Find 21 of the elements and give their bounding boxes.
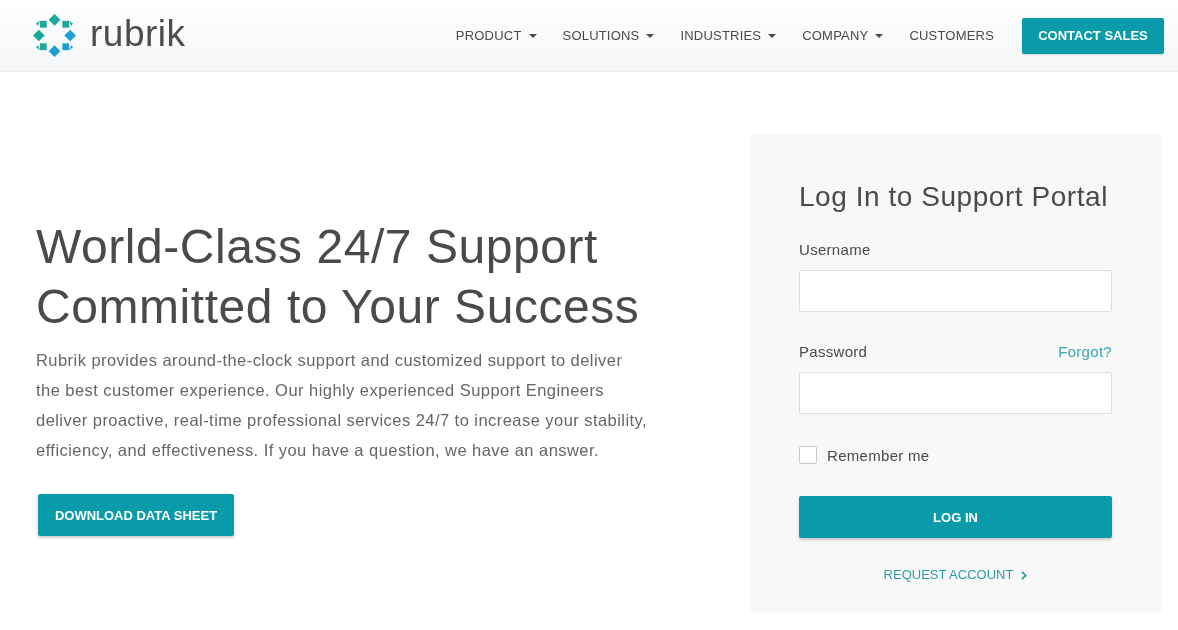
brand-name[interactable]: rubrik xyxy=(90,11,186,56)
nav-link[interactable]: SOLUTIONS xyxy=(562,28,655,43)
checkbox[interactable] xyxy=(799,446,817,464)
field-label: Password xyxy=(799,342,868,360)
nav-link[interactable]: PRODUCT xyxy=(455,28,537,43)
caret-icon xyxy=(646,33,655,38)
nav-link[interactable]: CUSTOMERS xyxy=(909,28,994,43)
caret-icon xyxy=(875,33,884,38)
nav-link[interactable]: INDUSTRIES xyxy=(680,28,777,43)
nav-link[interactable]: COMPANY xyxy=(802,28,884,43)
caret-icon xyxy=(768,33,777,38)
login-title: Log In to Support Portal xyxy=(799,180,1108,214)
caret-icon xyxy=(528,33,537,38)
field-label: Username xyxy=(799,240,871,258)
logo-icon xyxy=(33,14,76,57)
input-field[interactable] xyxy=(799,372,1112,414)
hero-heading: World-Class 24/7 Support Committed to Your Success xyxy=(36,219,641,335)
checkbox-label: Remember me xyxy=(827,446,930,464)
input-field[interactable] xyxy=(799,270,1112,312)
chevron-right-icon xyxy=(1021,570,1028,580)
hero-description: Rubrik provides around-the-clock support and customized support to deliver the best customer experience. Our highly experienced Support Engineers deliver proactive, real-time professional services 24/7 to increase your stability, efficiency, and effectiveness. If you have a question, we have an answer. xyxy=(36,350,648,461)
